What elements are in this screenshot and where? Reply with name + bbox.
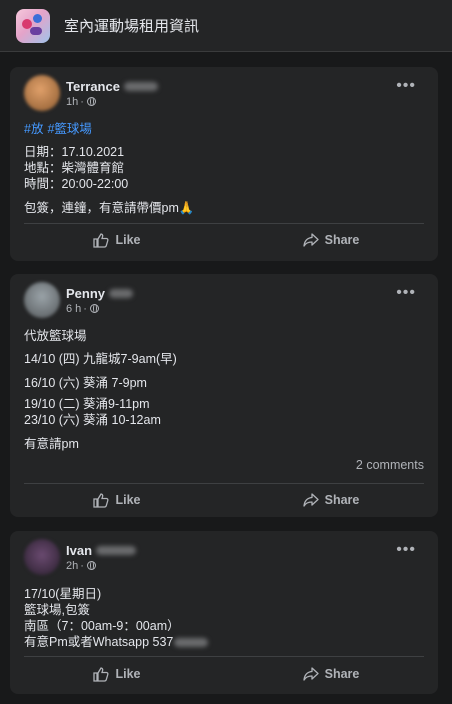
post-line: 23/10 (六) 葵涌 10-12am — [24, 413, 161, 427]
post-line: 包簽，連鐘，有意請帶價pm🙏 — [24, 201, 195, 215]
thumbs-up-icon — [93, 232, 110, 248]
like-label: Like — [115, 667, 141, 681]
post-card: Ivan 2h · ••• 17/10(星期日) 籃球場,包簽 南區（7：00a… — [10, 531, 438, 694]
like-button[interactable]: Like — [10, 228, 224, 252]
blurred-surname — [109, 288, 134, 298]
blurred-surname — [123, 81, 158, 91]
group-header: 室內運動場租用資訊 — [0, 0, 452, 52]
post-time[interactable]: 2h — [66, 560, 78, 572]
divider — [24, 223, 424, 224]
avatar[interactable] — [24, 75, 60, 111]
share-icon — [302, 667, 319, 681]
share-icon — [302, 233, 319, 247]
share-label: Share — [324, 667, 360, 681]
like-button[interactable]: Like — [10, 488, 224, 512]
share-icon — [302, 493, 319, 507]
post-line: 有意請pm — [24, 437, 79, 451]
thumbs-up-icon — [93, 492, 110, 508]
share-label: Share — [324, 493, 360, 507]
divider — [24, 483, 424, 484]
thumbs-up-icon — [93, 666, 110, 682]
blurred-surname — [96, 545, 137, 555]
share-label: Share — [324, 233, 360, 247]
author-name[interactable]: Terrance — [66, 79, 120, 94]
avatar[interactable] — [24, 539, 60, 575]
post-line: 有意Pm或者Whatsapp 537 — [24, 635, 174, 649]
post-card: Terrance 1h · ••• #放 #籃球場 日期：17.10.2021 地… — [10, 67, 438, 261]
share-button[interactable]: Share — [224, 228, 438, 252]
more-options-icon[interactable]: ••• — [396, 78, 416, 94]
comments-count[interactable]: 2 comments — [356, 458, 424, 472]
like-label: Like — [115, 233, 141, 247]
redacted-phone — [174, 638, 209, 648]
like-button[interactable]: Like — [10, 662, 224, 686]
more-options-icon[interactable]: ••• — [396, 285, 416, 301]
post-line: 16/10 (六) 葵涌 7-9pm — [24, 376, 147, 390]
more-options-icon[interactable]: ••• — [396, 542, 416, 558]
like-label: Like — [115, 493, 141, 507]
divider — [24, 656, 424, 657]
hashtag[interactable]: #籃球場 — [47, 122, 91, 136]
author-name[interactable]: Penny — [66, 286, 105, 301]
share-button[interactable]: Share — [224, 662, 438, 686]
post-time[interactable]: 6 h — [66, 303, 81, 315]
globe-icon — [86, 561, 96, 570]
avatar[interactable] — [24, 282, 60, 318]
globe-icon — [86, 97, 96, 106]
post-line: 時間：20:00-22:00 — [24, 177, 129, 191]
globe-icon — [89, 304, 99, 313]
post-card: Penny 6 h · ••• 代放籃球場 14/10 (四) 九龍城7-9am… — [10, 274, 438, 517]
group-title[interactable]: 室內運動場租用資訊 — [64, 15, 199, 36]
hashtag[interactable]: #放 — [24, 122, 43, 136]
group-icon[interactable] — [16, 8, 50, 43]
author-name[interactable]: Ivan — [66, 543, 92, 558]
post-line: 代放籃球場 — [24, 329, 87, 343]
post-time[interactable]: 1h — [66, 96, 78, 108]
share-button[interactable]: Share — [224, 488, 438, 512]
post-line: 14/10 (四) 九龍城7-9am(早) — [24, 352, 177, 366]
